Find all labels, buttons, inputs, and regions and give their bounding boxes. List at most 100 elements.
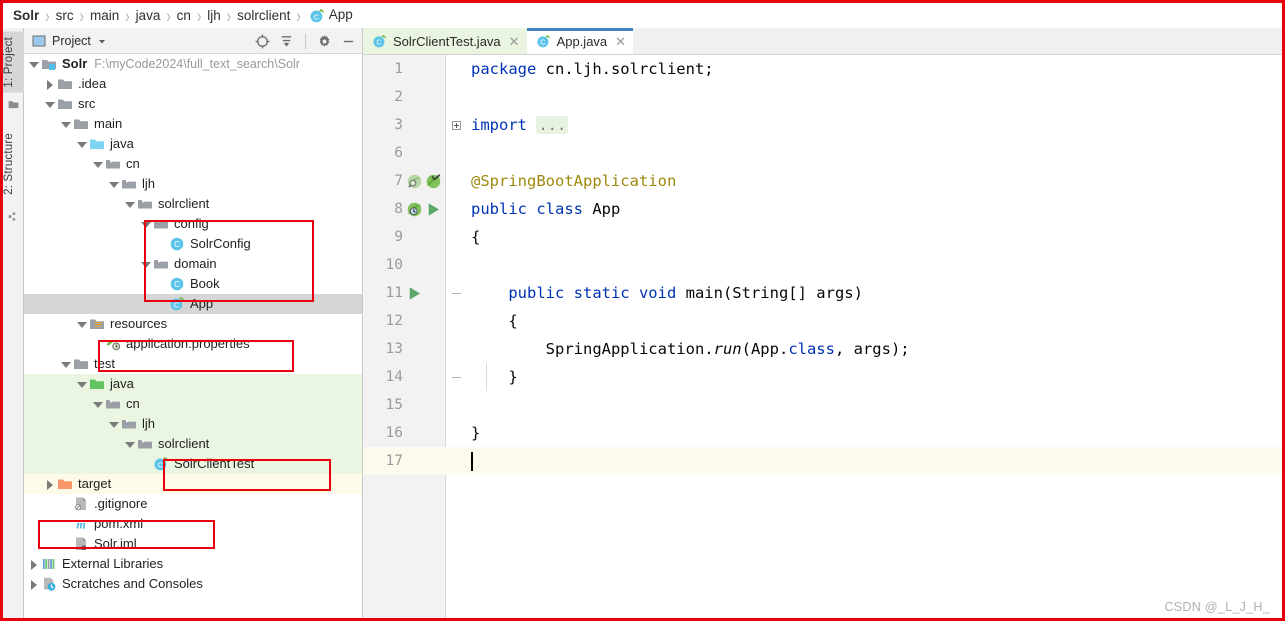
chevron-down-icon[interactable] <box>60 119 71 130</box>
tree-node--gitignore[interactable]: .gitignore <box>24 494 362 514</box>
code-token: public static void <box>508 284 686 302</box>
chevron-down-icon[interactable] <box>97 36 107 46</box>
breadcrumb-item-ljh[interactable]: ljh <box>205 8 223 23</box>
tree-node-external-libraries[interactable]: External Libraries <box>24 554 362 574</box>
code-line-14[interactable]: 14 } <box>363 363 1282 391</box>
fold-toggle-icon[interactable] <box>447 373 465 382</box>
chevron-down-icon[interactable] <box>92 399 103 410</box>
collapse-all-icon[interactable] <box>279 34 294 49</box>
tree-node-label: ljh <box>142 176 156 191</box>
code-text: SpringApplication.run(App.class, args); <box>465 340 1282 358</box>
spring-boot-icon[interactable] <box>406 201 423 218</box>
code-line-6[interactable]: 6 <box>363 139 1282 167</box>
tree-node-ljh[interactable]: ljh <box>24 174 362 194</box>
tree-node-app[interactable]: C App <box>24 294 362 314</box>
tool-tab-project[interactable]: 1: Project <box>3 32 24 93</box>
tree-node-resources[interactable]: resources <box>24 314 362 334</box>
chevron-down-icon[interactable] <box>92 159 103 170</box>
fold-toggle-icon[interactable] <box>447 120 465 130</box>
locate-icon[interactable] <box>255 33 270 49</box>
minimize-icon[interactable] <box>341 34 356 49</box>
chevron-down-icon[interactable] <box>140 219 151 230</box>
run-icon[interactable] <box>406 285 423 302</box>
tree-node-test[interactable]: test <box>24 354 362 374</box>
spring-bean-search-icon[interactable] <box>406 173 423 190</box>
fold-toggle-icon[interactable] <box>447 289 465 298</box>
tree-node-cn[interactable]: cn <box>24 154 362 174</box>
tree-node-solrclient[interactable]: solrclient <box>24 434 362 454</box>
tree-node-solr-iml[interactable]: Solr.iml <box>24 534 362 554</box>
code-line-11[interactable]: 11 public static void main(String[] args… <box>363 279 1282 307</box>
chevron-right-icon[interactable] <box>28 559 39 570</box>
folder-source-blue-icon <box>89 136 105 152</box>
chevron-down-icon[interactable] <box>44 99 55 110</box>
code-line-3[interactable]: 3 import ... <box>363 111 1282 139</box>
breadcrumb-item-src[interactable]: src <box>54 8 76 23</box>
close-icon[interactable]: ✕ <box>509 35 520 48</box>
editor-tab-solrclienttest-java[interactable]: C SolrClientTest.java ✕ <box>363 28 527 54</box>
tree-node-application-properties[interactable]: application.properties <box>24 334 362 354</box>
tree-node-target[interactable]: target <box>24 474 362 494</box>
chevron-down-icon[interactable] <box>76 139 87 150</box>
spring-bean-check-icon[interactable] <box>425 173 442 190</box>
tree-node-solrclienttest[interactable]: C SolrClientTest <box>24 454 362 474</box>
breadcrumb[interactable]: Solr › src › main › java › cn › ljh › solrclient › C Ap… <box>3 3 1282 28</box>
code-line-16[interactable]: 16} <box>363 419 1282 447</box>
breadcrumb-item-solrclient[interactable]: solrclient <box>235 8 292 23</box>
chevron-down-icon[interactable] <box>124 439 135 450</box>
code-line-13[interactable]: 13 SpringApplication.run(App.class, args… <box>363 335 1282 363</box>
chevron-down-icon[interactable] <box>28 59 39 70</box>
code-token: ... <box>536 116 569 134</box>
tree-node-java[interactable]: java <box>24 374 362 394</box>
code-line-8[interactable]: 8 public class App <box>363 195 1282 223</box>
code-text: } <box>465 368 1282 386</box>
breadcrumb-item-cn[interactable]: cn <box>175 8 193 23</box>
tree-node--idea[interactable]: .idea <box>24 74 362 94</box>
chevron-down-icon[interactable] <box>140 259 151 270</box>
code-line-17[interactable]: 17 <box>363 447 1282 475</box>
tree-node-book[interactable]: C Book <box>24 274 362 294</box>
close-icon[interactable]: ✕ <box>615 35 626 48</box>
chevron-right-icon[interactable] <box>44 479 55 490</box>
code-line-7[interactable]: 7 @SpringBootApplication <box>363 167 1282 195</box>
tool-tab-structure[interactable]: 2: Structure <box>3 128 24 200</box>
chevron-down-icon[interactable] <box>60 359 71 370</box>
chevron-down-icon[interactable] <box>108 419 119 430</box>
tree-node-solrconfig[interactable]: C SolrConfig <box>24 234 362 254</box>
chevron-down-icon[interactable] <box>76 319 87 330</box>
code-line-15[interactable]: 15 <box>363 391 1282 419</box>
tree-node-config[interactable]: config <box>24 214 362 234</box>
tree-node-main[interactable]: main <box>24 114 362 134</box>
tree-node-label: .idea <box>78 76 107 91</box>
tree-node-cn[interactable]: cn <box>24 394 362 414</box>
breadcrumb-item-java[interactable]: java <box>134 8 163 23</box>
code-line-12[interactable]: 12 { <box>363 307 1282 335</box>
chevron-down-icon[interactable] <box>124 199 135 210</box>
code-line-10[interactable]: 10 <box>363 251 1282 279</box>
tree-node-solrclient[interactable]: solrclient <box>24 194 362 214</box>
tree-node-src[interactable]: src <box>24 94 362 114</box>
tree-node-solr[interactable]: Solr F:\myCode2024\full_text_search\Solr <box>24 54 362 74</box>
chevron-down-icon[interactable] <box>76 379 87 390</box>
tree-node-ljh[interactable]: ljh <box>24 414 362 434</box>
run-icon[interactable] <box>425 201 442 218</box>
tree-node-java[interactable]: java <box>24 134 362 154</box>
breadcrumb-item-solr[interactable]: Solr <box>11 8 41 23</box>
tree-node-scratches-and-consoles[interactable]: Scratches and Consoles <box>24 574 362 594</box>
breadcrumb-separator: › <box>45 4 50 27</box>
code-line-9[interactable]: 9{ <box>363 223 1282 251</box>
tree-node-pom-xml[interactable]: m pom.xml <box>24 514 362 534</box>
code-editor[interactable]: 1 package cn.ljh.solrclient; 2 3 import ... 6… <box>363 55 1282 618</box>
editor-tab-app-java[interactable]: C App.java ✕ <box>526 28 634 54</box>
chevron-down-icon[interactable] <box>108 179 119 190</box>
gear-icon[interactable] <box>317 34 332 49</box>
breadcrumb-item-main[interactable]: main <box>88 8 121 23</box>
project-tree[interactable]: Solr F:\myCode2024\full_text_search\Solr.… <box>24 54 362 618</box>
editor-tab-bar[interactable]: C SolrClientTest.java ✕ C App.java ✕ <box>363 28 1282 55</box>
chevron-right-icon[interactable] <box>44 79 55 90</box>
code-line-2[interactable]: 2 <box>363 83 1282 111</box>
breadcrumb-item-app[interactable]: C App <box>305 7 355 23</box>
tree-node-domain[interactable]: domain <box>24 254 362 274</box>
code-line-1[interactable]: 1 package cn.ljh.solrclient; <box>363 55 1282 83</box>
chevron-right-icon[interactable] <box>28 579 39 590</box>
